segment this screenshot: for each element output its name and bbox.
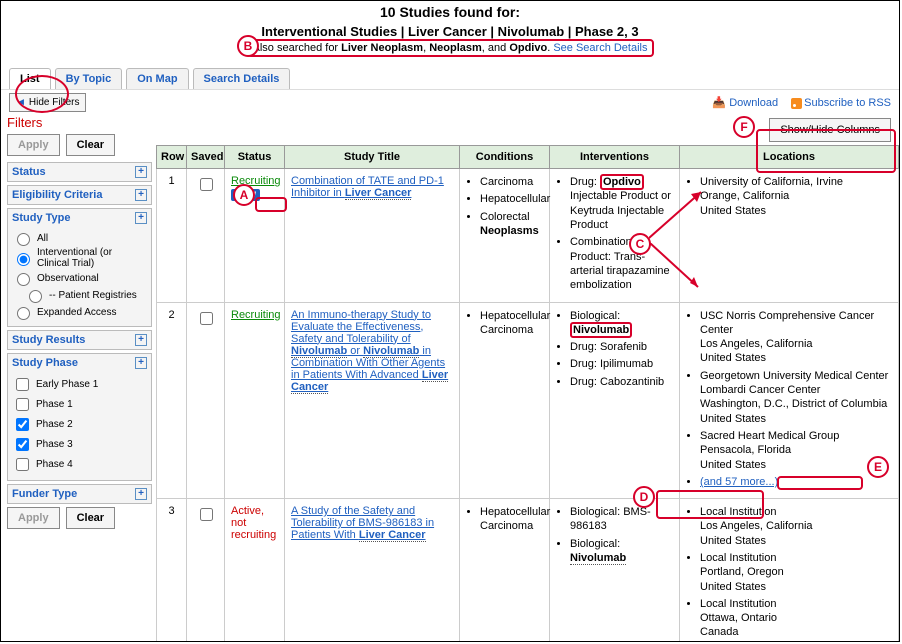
study-title-link[interactable]: A Study of the Safety and Tolerability o…: [291, 505, 434, 542]
study-title-link[interactable]: An Immuno-therapy Study to Evaluate the …: [291, 309, 448, 394]
clear-filters-button[interactable]: Clear: [66, 134, 116, 156]
list-item: Georgetown University Medical Center Lom…: [700, 369, 892, 426]
interventions-cell: Biological: Nivolumab Drug: Sorafenib Drug…: [550, 302, 680, 499]
list-item: Local InstitutionPortland, OregonUnited …: [700, 551, 892, 594]
conditions-cell: Hepatocellular Carcinoma: [460, 302, 550, 499]
title-cell: Combination of TATE and PD-1 Inhibitor i…: [285, 169, 460, 302]
plus-icon[interactable]: +: [135, 166, 147, 178]
radio-interventional[interactable]: Interventional (or Clinical Trial): [12, 247, 147, 269]
new-badge: NEW: [231, 189, 260, 201]
list-item: USC Norris Comprehensive Cancer CenterLo…: [700, 309, 892, 366]
save-checkbox[interactable]: [200, 178, 213, 191]
list-item: University of California, IrvineOrange, …: [700, 175, 892, 218]
download-link[interactable]: 📥 Download: [712, 97, 778, 109]
section-funder[interactable]: Funder Type: [12, 488, 77, 500]
list-item: Hepatocellular Carcinoma: [480, 309, 543, 338]
status-cell: RecruitingNEW: [225, 169, 285, 302]
show-hide-columns-button[interactable]: Show/Hide Columns: [769, 118, 891, 142]
locations-cell: University of California, IrvineOrange, …: [680, 169, 899, 302]
cb-phase3[interactable]: Phase 3: [12, 435, 147, 454]
status-cell: Active, not recruiting: [225, 499, 285, 642]
save-checkbox[interactable]: [200, 508, 213, 521]
plus-icon[interactable]: +: [135, 189, 147, 201]
list-item: Local InstitutionLos Angeles, California…: [700, 505, 892, 548]
cb-phase4[interactable]: Phase 4: [12, 455, 147, 474]
radio-expanded-access[interactable]: Expanded Access: [12, 304, 147, 320]
row-number: 3: [157, 499, 187, 642]
locations-cell: Local InstitutionLos Angeles, California…: [680, 499, 899, 642]
tab-by-topic[interactable]: By Topic: [55, 68, 123, 89]
row-number: 2: [157, 302, 187, 499]
tab-on-map[interactable]: On Map: [126, 68, 188, 89]
section-study-results[interactable]: Study Results: [12, 334, 85, 346]
list-item: Sacred Heart Medical GroupPensacola, Flo…: [700, 429, 892, 472]
cb-phase2[interactable]: Phase 2: [12, 415, 147, 434]
col-interventions[interactable]: Interventions: [550, 146, 680, 169]
section-eligibility[interactable]: Eligibility Criteria: [12, 189, 102, 201]
title-cell: An Immuno-therapy Study to Evaluate the …: [285, 302, 460, 499]
col-title[interactable]: Study Title: [285, 146, 460, 169]
radio-patient-registries[interactable]: -- Patient Registries: [12, 287, 147, 303]
save-checkbox[interactable]: [200, 312, 213, 325]
list-item: Colorectal Neoplasms: [480, 210, 543, 239]
apply-filters-button-2[interactable]: Apply: [7, 507, 60, 529]
hide-filters-button[interactable]: ◄Hide Filters: [9, 93, 86, 112]
row-number: 1: [157, 169, 187, 302]
section-study-type[interactable]: Study Type: [12, 212, 70, 224]
list-item: Drug: Opdivo Injectable Product or Keytr…: [570, 175, 673, 232]
results-table: Row Saved Status Study Title Conditions …: [156, 145, 899, 642]
table-row: 2 RecruitingAn Immuno-therapy Study to Ev…: [157, 302, 899, 499]
cb-phase1[interactable]: Phase 1: [12, 395, 147, 414]
interventions-cell: Drug: Opdivo Injectable Product or Keytr…: [550, 169, 680, 302]
list-item: Carcinoma: [480, 175, 543, 189]
rss-link[interactable]: Subscribe to RSS: [791, 97, 891, 109]
plus-icon[interactable]: +: [135, 488, 147, 500]
col-status[interactable]: Status: [225, 146, 285, 169]
list-item: Biological: Nivolumab: [570, 309, 673, 338]
conditions-cell: Hepatocellular Carcinoma: [460, 499, 550, 642]
list-item: Hepatocellular: [480, 192, 543, 206]
table-row: 1 RecruitingNEWCombination of TATE and PD…: [157, 169, 899, 302]
filters-heading: Filters: [7, 115, 152, 130]
arrow-left-icon: ◄: [16, 97, 26, 108]
see-search-details-link[interactable]: See Search Details: [553, 42, 647, 54]
plus-icon[interactable]: +: [135, 357, 147, 369]
plus-icon[interactable]: +: [135, 334, 147, 346]
section-status[interactable]: Status: [12, 166, 46, 178]
and-more-link[interactable]: (and 57 more...): [700, 476, 778, 488]
radio-all[interactable]: All: [12, 230, 147, 246]
col-row[interactable]: Row: [157, 146, 187, 169]
results-count: 10 Studies found for:: [1, 3, 899, 23]
list-item: Local InstitutionOttawa, OntarioCanada: [700, 597, 892, 640]
radio-observational[interactable]: Observational: [12, 270, 147, 286]
list-item: Biological: BMS-986183: [570, 505, 673, 534]
cb-early-phase1[interactable]: Early Phase 1: [12, 375, 147, 394]
tab-list[interactable]: List: [9, 68, 51, 89]
col-saved[interactable]: Saved: [187, 146, 225, 169]
interventions-cell: Biological: BMS-986183 Biological: Nivolu…: [550, 499, 680, 642]
list-item: Hepatocellular Carcinoma: [480, 505, 543, 534]
rss-icon: [791, 98, 802, 109]
plus-icon[interactable]: +: [135, 212, 147, 224]
status-cell: Recruiting: [225, 302, 285, 499]
col-conditions[interactable]: Conditions: [460, 146, 550, 169]
tab-bar: List By Topic On Map Search Details: [9, 68, 899, 89]
list-item: Biological: Nivolumab: [570, 537, 673, 566]
list-item: Drug: Cabozantinib: [570, 375, 673, 389]
conditions-cell: Carcinoma Hepatocellular Colorectal Neopla…: [460, 169, 550, 302]
col-locations[interactable]: Locations: [680, 146, 899, 169]
tab-search-details[interactable]: Search Details: [193, 68, 291, 89]
study-title-link[interactable]: Combination of TATE and PD-1 Inhibitor i…: [291, 175, 444, 200]
section-study-phase[interactable]: Study Phase: [12, 357, 78, 369]
title-cell: A Study of the Safety and Tolerability o…: [285, 499, 460, 642]
list-item: Combination Product: Trans-arterial tira…: [570, 235, 673, 292]
locations-cell: USC Norris Comprehensive Cancer CenterLo…: [680, 302, 899, 499]
list-item: Drug: Sorafenib: [570, 340, 673, 354]
table-row: 3 Active, not recruitingA Study of the Sa…: [157, 499, 899, 642]
also-label: Also searched for: [253, 42, 342, 54]
list-item: Drug: Ipilimumab: [570, 357, 673, 371]
apply-filters-button[interactable]: Apply: [7, 134, 60, 156]
clear-filters-button-2[interactable]: Clear: [66, 507, 116, 529]
